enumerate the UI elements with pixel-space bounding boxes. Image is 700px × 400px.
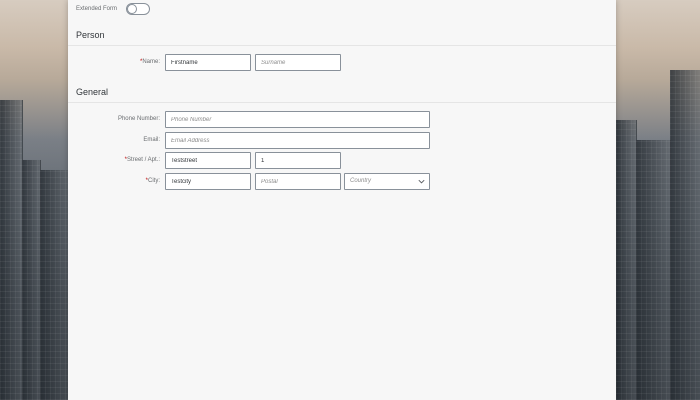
email-row: Email:: [68, 132, 616, 149]
country-select[interactable]: Country: [344, 173, 430, 190]
building-shape: [616, 120, 637, 400]
surname-input[interactable]: [255, 54, 341, 71]
email-label: Email:: [143, 137, 160, 143]
email-input[interactable]: [165, 132, 430, 149]
phone-input[interactable]: [165, 111, 430, 128]
phone-row: Phone Number:: [68, 111, 616, 128]
divider: [68, 45, 616, 46]
street-row: *Street / Apt.:: [68, 152, 616, 169]
phone-label: Phone Number:: [117, 116, 160, 122]
building-shape: [22, 160, 41, 400]
switch-knob: [127, 4, 137, 14]
form-sheet: Extended Form Person *Name: General Phon…: [68, 0, 616, 400]
city-row: *City: Country: [68, 173, 616, 190]
city-label: *City:: [145, 178, 160, 184]
name-row: *Name:: [68, 54, 616, 71]
street-label: *Street / Apt.:: [124, 157, 160, 163]
postal-input[interactable]: [255, 173, 341, 190]
firstname-input[interactable]: [165, 54, 251, 71]
country-placeholder: Country: [350, 178, 372, 184]
section-title-person: Person: [76, 30, 105, 40]
street-input[interactable]: [165, 152, 251, 169]
divider: [68, 102, 616, 103]
building-shape: [670, 70, 700, 400]
building-shape: [0, 100, 23, 400]
building-shape: [636, 140, 671, 400]
extended-form-label: Extended Form: [76, 6, 118, 12]
toolbar: Extended Form: [68, 0, 616, 18]
city-input[interactable]: [165, 173, 251, 190]
apartment-input[interactable]: [255, 152, 341, 169]
extended-form-switch[interactable]: [126, 3, 150, 15]
section-title-general: General: [76, 87, 109, 97]
building-shape: [40, 170, 69, 400]
chevron-down-icon: [418, 179, 425, 184]
name-label: *Name:: [139, 59, 160, 65]
